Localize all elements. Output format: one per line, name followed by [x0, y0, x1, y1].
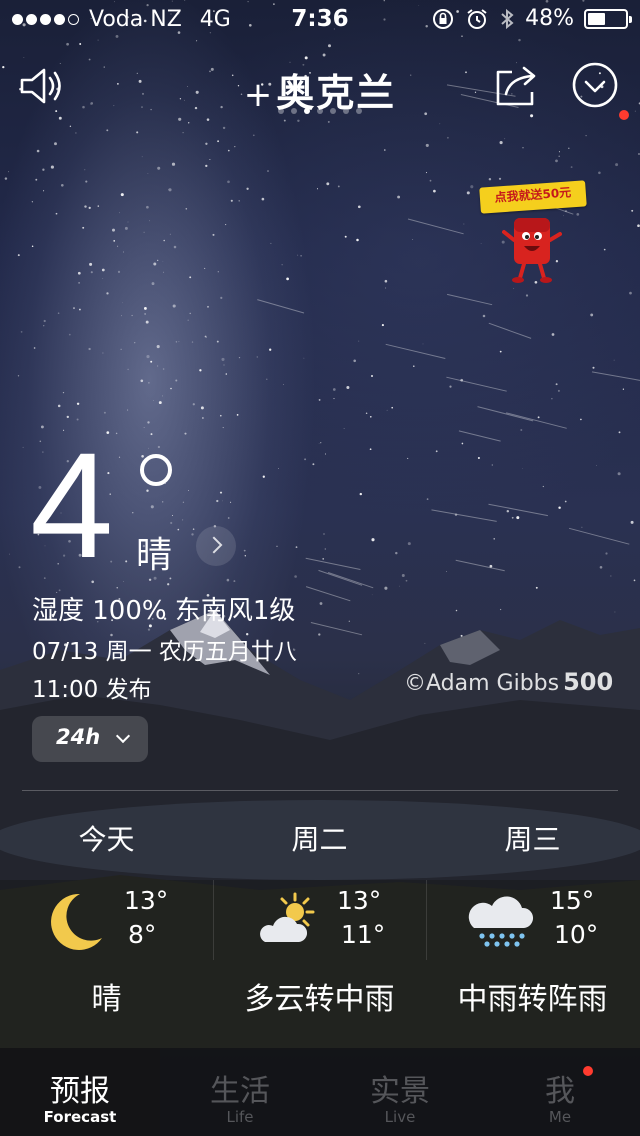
degree-symbol	[140, 454, 172, 486]
page-dot	[343, 108, 349, 114]
tab-bar: 预报 Forecast 生活 Life 实景 Live 我 Me	[0, 1048, 640, 1136]
forecast-separator	[426, 880, 427, 960]
publish-time: 11:00 发布	[32, 677, 152, 703]
forecast-low: 8°	[128, 920, 157, 949]
tab-label-cn: 实景	[370, 1074, 430, 1109]
hourly-button-label: 24h	[56, 725, 101, 749]
forecast-day-label: 今天	[78, 823, 135, 856]
page-dot	[304, 108, 310, 114]
partly-cloudy-icon	[260, 892, 315, 942]
page-dot	[291, 108, 297, 114]
tab-life[interactable]: 生活 Life	[160, 1048, 320, 1136]
promo-widget[interactable]: 点我就送50元	[478, 180, 588, 286]
tab-me[interactable]: 我 Me	[480, 1048, 640, 1136]
photo-credit[interactable]: ©Adam Gibbs 500	[404, 668, 613, 696]
promo-text: 点我就送50元	[494, 185, 572, 205]
page-dot	[356, 108, 362, 114]
city-page-indicator	[0, 108, 640, 114]
rotation-lock-icon	[433, 8, 454, 29]
tab-label-en: Live	[384, 1108, 416, 1126]
forecast-day-label: 周三	[504, 823, 561, 856]
me-tab-badge	[583, 1066, 593, 1076]
forecast-low: 11°	[341, 920, 386, 949]
header: +奥克兰	[0, 56, 640, 126]
forecast-day-1[interactable]: 今天 13° 8° 晴	[0, 812, 213, 1032]
status-bar: Voda NZ 4G 7:36 48%	[0, 0, 640, 40]
tab-forecast[interactable]: 预报 Forecast	[0, 1048, 160, 1136]
promo-banner: 点我就送50元	[479, 180, 587, 214]
forecast-high: 15°	[550, 886, 595, 915]
moon-icon	[51, 893, 102, 950]
chevron-circle-icon[interactable]	[572, 62, 618, 108]
alarm-icon	[467, 8, 487, 29]
current-condition: 晴	[136, 535, 173, 576]
tab-label-en: Me	[548, 1108, 572, 1126]
forecast-low: 10°	[554, 920, 599, 949]
forecast-condition: 多云转中雨	[244, 982, 395, 1017]
tab-label-cn: 生活	[210, 1074, 270, 1109]
forecast-condition: 晴	[91, 982, 122, 1017]
chevron-down-icon	[115, 728, 131, 744]
forecast-separator	[213, 880, 214, 960]
forecast-high: 13°	[124, 886, 169, 915]
page-dot	[278, 108, 284, 114]
page-dot	[330, 108, 336, 114]
notification-dot	[619, 110, 629, 120]
forecast-day-2[interactable]: 周二 13° 11° 多云转中雨	[213, 812, 426, 1032]
tab-label-en: Life	[226, 1108, 254, 1126]
divider	[22, 790, 618, 791]
weather-screen: Voda NZ 4G 7:36 48% +奥克兰 点我就送50元 4 晴 湿度 …	[0, 0, 640, 1136]
photographer-name: ©Adam Gibbs	[404, 671, 560, 696]
current-temperature: 4	[30, 421, 114, 589]
hourly-forecast-button[interactable]: 24h	[32, 716, 148, 762]
red-envelope-mascot-icon	[502, 218, 562, 283]
status-right: 48%	[431, 6, 632, 31]
forecast-condition: 中雨转阵雨	[457, 982, 608, 1017]
condition-detail-chevron-icon[interactable]	[196, 526, 236, 566]
forecast-day-3[interactable]: 周三 15° 10° 中雨转阵雨	[426, 812, 639, 1032]
forecast-day-label: 周二	[291, 823, 348, 856]
battery-percent: 48%	[525, 6, 574, 31]
tab-label-cn: 预报	[50, 1074, 110, 1109]
date-line: 07/13 周一 农历五月廿八	[32, 639, 297, 665]
bluetooth-icon	[501, 8, 514, 29]
humidity-wind: 湿度 100% 东南风1级	[32, 596, 296, 626]
share-icon[interactable]	[492, 64, 540, 108]
tab-live[interactable]: 实景 Live	[320, 1048, 480, 1136]
tab-label-cn: 我	[545, 1074, 575, 1109]
battery-icon	[584, 8, 632, 29]
forecast-high: 13°	[337, 886, 382, 915]
rain-cloud-icon	[468, 896, 534, 947]
photo-source-logo: 500	[563, 668, 614, 696]
page-dot	[317, 108, 323, 114]
tab-label-en: Forecast	[43, 1108, 117, 1126]
